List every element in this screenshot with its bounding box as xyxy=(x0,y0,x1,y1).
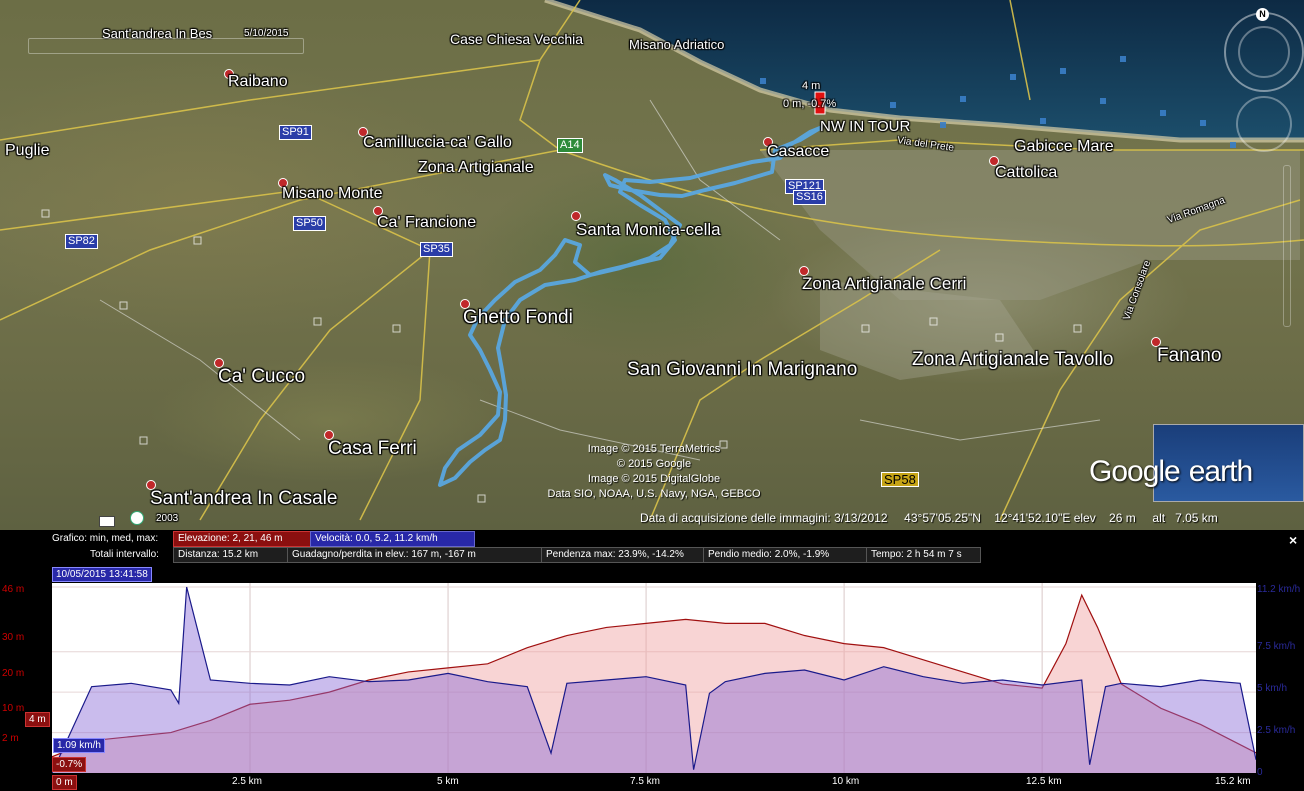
zona-artigianale-label[interactable]: Zona Artigianale xyxy=(418,159,534,177)
compass-control[interactable] xyxy=(1224,12,1304,92)
close-icon[interactable]: × xyxy=(1289,532,1297,548)
raibano-label[interactable]: Raibano xyxy=(228,73,288,91)
ghetto-fondi-label[interactable]: Ghetto Fondi xyxy=(463,307,573,329)
cursor-slope: -0.7% xyxy=(52,757,87,772)
y-left-tick: 20 m xyxy=(2,668,25,679)
y-right-tick: 2.5 km/h xyxy=(1257,725,1296,736)
year-badge[interactable]: 2003 xyxy=(156,513,178,524)
y-left-tick: 2 m xyxy=(2,733,19,744)
x-tick: 12.5 km xyxy=(1026,776,1062,787)
credit-line: Image © 2015 TerraMetrics xyxy=(587,443,721,455)
status-bar: Data di acquisizione delle immagini: 3/1… xyxy=(640,511,1218,525)
longitude: 12°41'52.10"E xyxy=(994,511,1071,525)
sp91-shield: SP91 xyxy=(279,125,312,140)
marker-elev: 4 m xyxy=(802,80,821,92)
latitude: 43°57'05.25"N xyxy=(904,511,981,525)
ca-francione-label[interactable]: Ca' Francione xyxy=(377,214,476,232)
sp82-shield: SP82 xyxy=(65,234,98,249)
casa-ferri-label[interactable]: Casa Ferri xyxy=(328,438,417,460)
santandrea-casale-label[interactable]: Sant'andrea In Casale xyxy=(150,488,337,510)
avg-slope-stat: Pendio medio: 2.0%, -1.9% xyxy=(703,547,868,563)
elev-label: elev xyxy=(1073,511,1096,525)
puglie-label[interactable]: Puglie xyxy=(5,142,49,160)
a14-shield: A14 xyxy=(557,138,583,153)
logo-google: Google xyxy=(1089,455,1181,488)
sp58-shield: SP58 xyxy=(881,472,919,487)
clock-icon[interactable] xyxy=(130,511,144,525)
distance-stat: Distanza: 15.2 km xyxy=(173,547,291,563)
time-stat: Tempo: 2 h 54 m 7 s xyxy=(866,547,981,563)
alt-label: alt xyxy=(1152,511,1166,525)
profile-chart[interactable] xyxy=(52,583,1256,773)
gain-loss-stat: Guadagno/perdita in elev.: 167 m, -167 m xyxy=(287,547,542,563)
santa-monica-label[interactable]: Santa Monica-cella xyxy=(576,220,721,240)
cursor-elev: 4 m xyxy=(25,712,50,727)
map-view[interactable]: Ghetto Fondi Santa Monica-cella Zona Art… xyxy=(0,0,1304,530)
misano-monte-label[interactable]: Misano Monte xyxy=(282,185,383,203)
x-tick: 15.2 km xyxy=(1215,776,1251,787)
cursor-timestamp: 10/05/2015 13:41:58 xyxy=(52,567,152,582)
cursor-distance: 0 m xyxy=(52,775,77,790)
elevation-stat[interactable]: Elevazione: 2, 21, 46 m xyxy=(173,531,311,547)
acquisition-label: Data di acquisizione delle immagini: xyxy=(640,511,831,525)
gabicce-label[interactable]: Gabicce Mare xyxy=(1014,138,1114,156)
max-slope-stat: Pendenza max: 23.9%, -14.2% xyxy=(541,547,706,563)
camillucia-label[interactable]: Camilluccia-ca' Gallo xyxy=(363,134,512,152)
sp50-shield: SP50 xyxy=(293,216,326,231)
casacce-label[interactable]: Casacce xyxy=(767,143,829,161)
y-right-tick: 5 km/h xyxy=(1257,683,1288,694)
sp35-shield: SP35 xyxy=(420,242,453,257)
x-tick: 2.5 km xyxy=(232,776,263,787)
logo-earth: earth xyxy=(1188,455,1253,488)
ss16-shield: SS16 xyxy=(793,190,826,205)
y-left-tick: 10 m xyxy=(2,703,25,714)
cursor-speed: 1.09 km/h xyxy=(53,738,105,753)
y-right-tick: 11.2 km/h xyxy=(1257,584,1301,595)
y-left-tick: 30 m xyxy=(2,632,25,643)
north-indicator[interactable]: N xyxy=(1256,8,1269,21)
google-earth-logo: Google earth xyxy=(1089,444,1253,491)
san-giovanni-label[interactable]: San Giovanni In Marignano xyxy=(627,359,857,381)
y-right-tick: 0 xyxy=(1257,767,1263,778)
fanano-label[interactable]: Fanano xyxy=(1157,345,1221,367)
y-right-tick: 7.5 km/h xyxy=(1257,641,1296,652)
credit-line: © 2015 Google xyxy=(616,458,692,470)
x-tick: 5 km xyxy=(437,776,459,787)
zona-cerri-label[interactable]: Zona Artigianale Cerri xyxy=(802,274,966,294)
alt-value: 7.05 km xyxy=(1175,511,1218,525)
x-tick: 7.5 km xyxy=(630,776,661,787)
look-joystick[interactable] xyxy=(1236,96,1292,152)
credit-line: Data SIO, NOAA, U.S. Navy, NGA, GEBCO xyxy=(547,488,761,500)
case-chiesa-label[interactable]: Case Chiesa Vecchia xyxy=(450,31,583,47)
marker-stats: 0 m, -0.7% xyxy=(783,98,837,110)
totals-label: Totali intervallo: xyxy=(90,549,159,560)
misano-adriatico-label[interactable]: Misano Adriatico xyxy=(629,37,724,52)
acquisition-date: 3/13/2012 xyxy=(834,511,888,525)
zoom-slider[interactable] xyxy=(1283,165,1291,327)
imagery-credits: Image © 2015 TerraMetrics © 2015 Google … xyxy=(530,442,778,502)
time-slider[interactable] xyxy=(28,38,304,54)
speed-stat[interactable]: Velocità: 0.0, 5.2, 11.2 km/h xyxy=(310,531,475,547)
elev-value: 26 m xyxy=(1109,511,1136,525)
credit-line: Image © 2015 DigitalGlobe xyxy=(587,473,721,485)
y-left-tick: 46 m xyxy=(2,584,25,595)
chart-stats-label: Grafico: min, med, max: xyxy=(52,533,159,544)
x-tick: 10 km xyxy=(832,776,860,787)
cattolica-label[interactable]: Cattolica xyxy=(995,164,1057,182)
mail-icon[interactable] xyxy=(99,516,115,527)
zona-tavollo-label[interactable]: Zona Artigianale Tavollo xyxy=(912,349,1113,371)
ca-cucco-label[interactable]: Ca' Cucco xyxy=(218,366,305,388)
nw-in-tour-label[interactable]: NW IN TOUR xyxy=(820,118,910,135)
